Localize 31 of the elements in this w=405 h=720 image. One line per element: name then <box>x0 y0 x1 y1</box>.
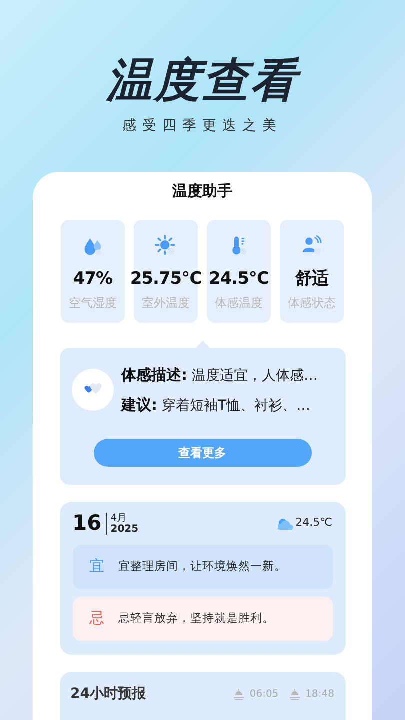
stat-label: 体感状态 <box>288 295 336 312</box>
weather-temperature: 24.5℃ <box>296 515 332 532</box>
almanac-mark: 忌 <box>90 608 104 630</box>
detail-line: 建议: 穿着短袖T恤、衬衫、… <box>122 394 312 416</box>
month-label: 4月 <box>110 512 128 524</box>
stat-label: 室外温度 <box>142 295 190 312</box>
sunset-icon <box>288 689 301 700</box>
almanac-text: 忌轻言放弃，坚持就是胜利。 <box>118 610 274 627</box>
person-icon <box>301 234 323 256</box>
sunrise-icon <box>232 689 245 700</box>
almanac-text: 宜整理房间，让环境焕然一新。 <box>118 558 286 575</box>
sunrise-time: 06:05 <box>250 688 279 702</box>
sunset-time: 18:48 <box>306 688 334 702</box>
almanac-mark: 宜 <box>90 556 104 578</box>
forecast-title: 24小时预报 <box>70 685 146 704</box>
hero-subtitle: 感受四季更迭之美 <box>122 117 282 136</box>
stat-tile[interactable]: 24.5℃ 体感温度 <box>207 220 271 322</box>
stat-value: 舒适 <box>296 268 328 290</box>
detail-line: 体感描述: 温度适宜，人体感… <box>122 364 318 386</box>
hearts-icon <box>72 369 114 411</box>
stat-tile[interactable]: 47% 空气湿度 <box>61 220 125 322</box>
year-label: 2025 <box>110 524 139 535</box>
stat-label: 空气湿度 <box>69 295 117 312</box>
sun-icon <box>155 234 177 256</box>
stat-label: 体感温度 <box>215 295 263 312</box>
card-title: 温度助手 <box>172 181 232 202</box>
stat-value: 47% <box>73 268 113 290</box>
stat-value: 24.5℃ <box>208 268 270 290</box>
stat-tile[interactable]: 舒适 体感状态 <box>280 220 344 322</box>
cloud-icon <box>278 518 294 530</box>
day-number: 16 <box>72 513 102 534</box>
